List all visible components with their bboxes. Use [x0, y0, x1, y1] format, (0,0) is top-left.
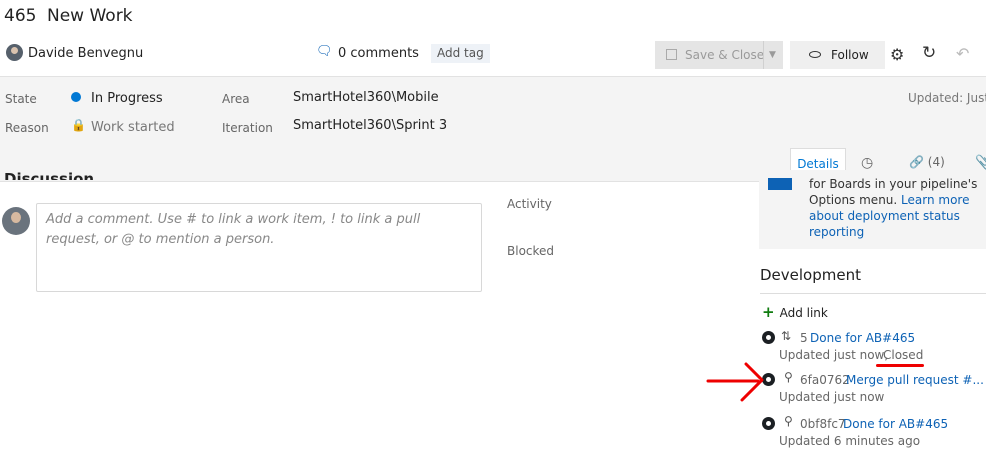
history-icon[interactable]: ◷ — [861, 155, 873, 171]
gear-icon[interactable]: ⚙ — [890, 45, 904, 64]
dev-item-link[interactable]: Merge pull request #... — [846, 373, 984, 387]
comment-placeholder: Add a comment. Use # to link a work item… — [46, 212, 421, 247]
info-text-line1: for Boards in your pipeline's — [809, 177, 978, 191]
dev-item-status: Closed — [883, 348, 924, 362]
refresh-icon[interactable]: ↻ — [922, 43, 936, 63]
state-indicator-dot — [71, 92, 81, 102]
pull-request-icon: ⇅ — [781, 329, 792, 343]
save-icon — [666, 49, 677, 60]
info-text-line2: Options menu. — [809, 193, 898, 207]
comment-icon[interactable]: 🗨 — [316, 45, 333, 58]
reason-label: Reason — [5, 121, 49, 135]
add-link-button[interactable]: + Add link — [762, 303, 828, 321]
annotation-arrow — [706, 362, 764, 402]
lock-icon: 🔒 — [71, 118, 86, 132]
deployment-info-text: for Boards in your pipeline's Options me… — [809, 176, 979, 240]
author-avatar — [6, 44, 23, 61]
author-name[interactable]: Davide Benvegnu — [28, 46, 143, 61]
dev-item-updated: Updated just now, — [779, 348, 889, 362]
dev-item-id: 0bf8fc7 — [800, 417, 846, 431]
add-tag-button[interactable]: Add tag — [431, 44, 490, 63]
save-close-label: Save & Close — [685, 48, 765, 62]
work-item-title[interactable]: New Work — [47, 6, 133, 26]
area-label: Area — [222, 92, 250, 106]
link-icon: 🔗 — [909, 155, 924, 169]
follow-button[interactable]: Follow — [790, 41, 885, 69]
attachment-icon[interactable]: 📎 — [975, 155, 986, 171]
dev-item-link[interactable]: Done for AB#465 — [810, 331, 915, 345]
commit-icon: ⚲ — [784, 414, 793, 428]
annotation-underline — [876, 364, 924, 367]
dev-item-updated: Updated just now — [779, 390, 885, 404]
comments-count[interactable]: 0 comments — [338, 46, 419, 61]
updated-text: Updated: Just n — [908, 91, 986, 105]
learn-more-link[interactable]: Learn more — [901, 193, 969, 207]
dev-item-id: 5 — [800, 331, 808, 345]
state-label: State — [5, 92, 37, 106]
github-icon — [762, 417, 775, 430]
development-divider — [760, 293, 986, 294]
dev-item-id: 6fa0762 — [800, 373, 850, 387]
save-divider — [763, 41, 764, 69]
iteration-value[interactable]: SmartHotel360\Sprint 3 — [293, 118, 447, 133]
eye-icon — [809, 51, 821, 58]
links-count: (4) — [927, 155, 945, 169]
add-link-label: Add link — [779, 306, 828, 320]
save-close-button[interactable]: Save & Close ▼ — [655, 41, 783, 69]
activity-label: Activity — [507, 197, 552, 211]
plus-icon: + — [762, 303, 775, 321]
dev-item-updated: Updated 6 minutes ago — [779, 434, 921, 448]
follow-label: Follow — [831, 48, 869, 62]
area-value[interactable]: SmartHotel360\Mobile — [293, 90, 439, 105]
discussion-heading: Discussion — [4, 170, 95, 180]
undo-icon[interactable]: ↶ — [956, 44, 969, 63]
state-value[interactable]: In Progress — [91, 91, 163, 106]
dev-item-link[interactable]: Done for AB#465 — [843, 417, 948, 431]
github-icon — [762, 331, 775, 344]
chevron-down-icon[interactable]: ▼ — [769, 41, 776, 69]
commit-icon: ⚲ — [784, 370, 793, 384]
user-avatar — [2, 207, 30, 235]
development-heading: Development — [760, 266, 861, 284]
work-item-id: 465 — [4, 6, 37, 26]
deployment-icon — [768, 178, 792, 190]
deployment-status-link[interactable]: about deployment status — [809, 209, 960, 223]
iteration-label: Iteration — [222, 121, 273, 135]
reporting-link[interactable]: reporting — [809, 225, 864, 239]
tab-links[interactable]: 🔗 (4) — [909, 155, 945, 169]
blocked-label: Blocked — [507, 244, 555, 258]
reason-value[interactable]: Work started — [91, 120, 175, 135]
